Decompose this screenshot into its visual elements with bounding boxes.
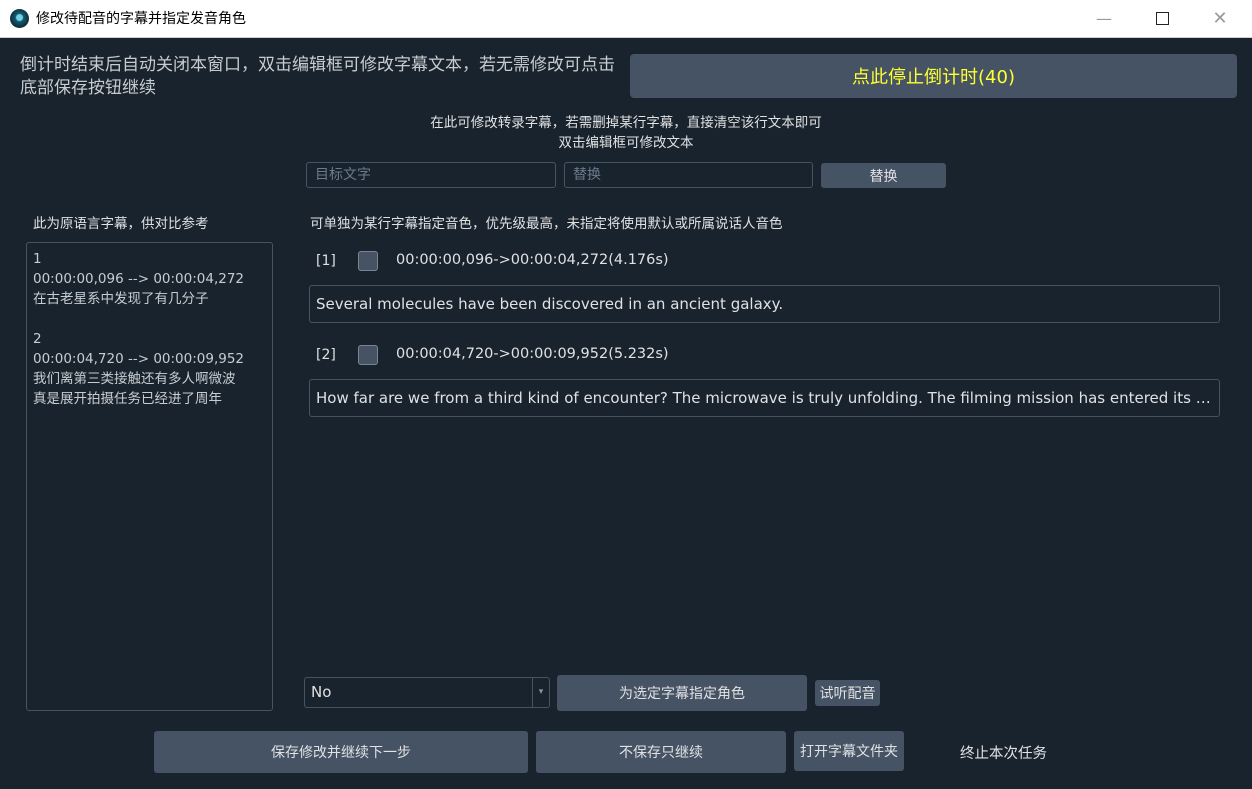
subtitle-checkbox[interactable] xyxy=(358,251,378,271)
terminate-task-button[interactable]: 终止本次任务 xyxy=(960,742,1047,763)
preview-dubbing-button[interactable]: 试听配音 xyxy=(815,680,880,706)
minimize-icon[interactable]: — xyxy=(1081,0,1127,37)
subtitle-time: 00:00:04,720->00:00:09,952(5.232s) xyxy=(396,346,669,362)
subtitle-text-input[interactable]: How far are we from a third kind of enco… xyxy=(309,379,1220,417)
continue-without-save-button[interactable]: 不保存只继续 xyxy=(536,731,786,773)
edit-hint-line2: 双击编辑框可修改文本 xyxy=(558,135,694,151)
save-and-continue-button[interactable]: 保存修改并继续下一步 xyxy=(154,731,528,773)
role-select-value: No xyxy=(311,683,332,701)
open-subtitle-folder-button[interactable]: 打开字幕文件夹 xyxy=(794,731,904,771)
subtitle-checkbox[interactable] xyxy=(358,345,378,365)
title-bar: 修改待配音的字幕并指定发音角色 — ✕ xyxy=(0,0,1252,38)
close-icon[interactable]: ✕ xyxy=(1197,0,1243,37)
chevron-down-icon[interactable]: ▾ xyxy=(532,678,549,707)
original-subtitle-text[interactable]: 1 00:00:00,096 --> 00:00:04,272 在古老星系中发现… xyxy=(26,242,273,711)
app-logo-icon xyxy=(10,9,29,28)
edit-hint: 在此可修改转录字幕，若需删掉某行字幕，直接清空该行文本即可 双击编辑框可修改文本 xyxy=(300,113,952,153)
countdown-notice: 倒计时结束后自动关闭本窗口，双击编辑框可修改字幕文本，若无需修改可点击底部保存按… xyxy=(20,55,615,98)
target-text-input[interactable]: 目标文字 xyxy=(306,162,556,188)
edit-hint-line1: 在此可修改转录字幕，若需删掉某行字幕，直接清空该行文本即可 xyxy=(430,115,822,131)
original-subtitle-label: 此为原语言字幕，供对比参考 xyxy=(33,216,209,232)
stop-countdown-button[interactable]: 点此停止倒计时(40) xyxy=(630,54,1237,98)
replace-text-input[interactable]: 替换 xyxy=(564,162,813,188)
subtitle-index: [1] xyxy=(316,253,336,269)
assign-role-button[interactable]: 为选定字幕指定角色 xyxy=(557,675,807,711)
subtitle-text-input[interactable]: Several molecules have been discovered i… xyxy=(309,285,1220,323)
replace-button[interactable]: 替换 xyxy=(821,163,946,188)
subtitle-index: [2] xyxy=(316,347,336,363)
window-title: 修改待配音的字幕并指定发音角色 xyxy=(36,11,246,27)
subtitle-time: 00:00:00,096->00:00:04,272(4.176s) xyxy=(396,252,669,268)
role-select[interactable]: No ▾ xyxy=(304,677,550,708)
maximize-icon[interactable] xyxy=(1139,0,1185,37)
voice-assign-hint: 可单独为某行字幕指定音色，优先级最高，未指定将使用默认或所属说话人音色 xyxy=(310,216,783,232)
